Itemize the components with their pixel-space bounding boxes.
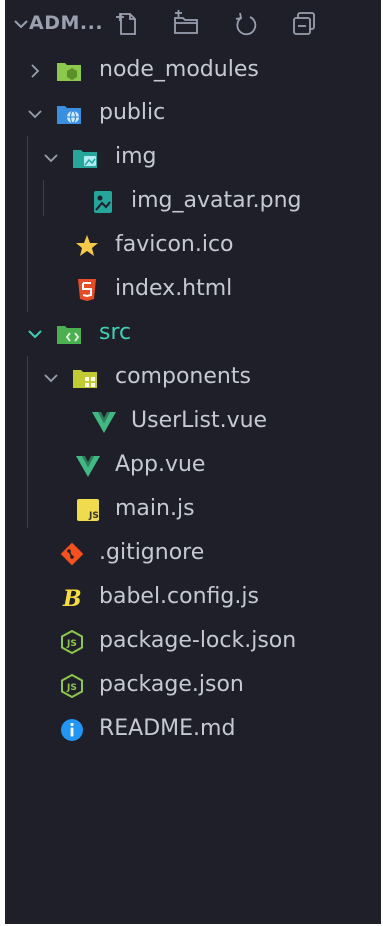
tree-item-label: main.js bbox=[115, 496, 195, 521]
info-icon bbox=[61, 719, 83, 741]
chevron-down-icon[interactable] bbox=[25, 104, 45, 124]
file-explorer: ADM... node_modules public img img_avata… bbox=[5, 0, 381, 924]
star-icon bbox=[76, 235, 98, 256]
public-folder-icon bbox=[57, 106, 81, 124]
source-folder-icon bbox=[57, 326, 81, 344]
tree-item-label: public bbox=[99, 100, 166, 125]
chevron-down-icon[interactable] bbox=[25, 324, 45, 344]
tree-item-babel-config[interactable]: B babel.config.js bbox=[5, 576, 381, 620]
tree-item-label: package.json bbox=[99, 672, 244, 697]
tree-item-userlist-vue[interactable]: UserList.vue bbox=[5, 400, 381, 444]
tree-item-main-js[interactable]: JS main.js bbox=[5, 488, 381, 532]
tree-item-public[interactable]: public bbox=[5, 92, 381, 136]
javascript-icon: JS bbox=[77, 499, 99, 521]
tree-item-img-avatar[interactable]: img_avatar.png bbox=[5, 180, 381, 224]
tree-item-label: node_modules bbox=[99, 57, 259, 82]
tree-item-readme[interactable]: README.md bbox=[5, 708, 381, 752]
tree-item-label: src bbox=[99, 320, 132, 345]
chevron-down-icon[interactable] bbox=[41, 148, 61, 168]
new-folder-icon[interactable] bbox=[171, 9, 201, 39]
chevron-right-icon[interactable] bbox=[25, 61, 45, 81]
components-folder-icon bbox=[73, 370, 97, 388]
tree-item-app-vue[interactable]: App.vue bbox=[5, 444, 381, 488]
svg-text:JS: JS bbox=[66, 683, 77, 693]
node-folder-icon bbox=[57, 63, 81, 81]
nodejs-icon: JS bbox=[61, 630, 83, 654]
svg-text:JS: JS bbox=[66, 639, 77, 649]
svg-text:JS: JS bbox=[88, 511, 99, 521]
new-file-icon[interactable] bbox=[113, 9, 143, 39]
vue-icon bbox=[76, 456, 100, 477]
chevron-down-icon[interactable] bbox=[11, 14, 31, 34]
tree-item-label: App.vue bbox=[115, 452, 206, 477]
tree-item-label: package-lock.json bbox=[99, 628, 297, 653]
git-icon bbox=[60, 542, 84, 566]
tree-item-img[interactable]: img bbox=[5, 136, 381, 180]
tree-item-label: components bbox=[115, 364, 251, 389]
tree-item-node-modules[interactable]: node_modules bbox=[5, 49, 381, 93]
tree-item-src[interactable]: src bbox=[5, 312, 381, 356]
refresh-icon[interactable] bbox=[231, 9, 261, 39]
nodejs-icon: JS bbox=[61, 674, 83, 698]
tree-item-favicon[interactable]: favicon.ico bbox=[5, 224, 381, 268]
tree-item-package-json[interactable]: JS package.json bbox=[5, 664, 381, 708]
tree-item-index-html[interactable]: index.html bbox=[5, 268, 381, 312]
explorer-header: ADM... bbox=[5, 0, 381, 50]
tree-item-package-lock[interactable]: JS package-lock.json bbox=[5, 620, 381, 664]
tree-item-label: babel.config.js bbox=[99, 584, 259, 609]
vue-icon bbox=[92, 412, 116, 433]
tree-item-label: UserList.vue bbox=[131, 408, 268, 433]
chevron-down-icon[interactable] bbox=[41, 368, 61, 388]
tree-item-label: img_avatar.png bbox=[131, 188, 302, 213]
svg-text:B: B bbox=[62, 586, 82, 610]
tree-item-label: img bbox=[115, 144, 157, 169]
tree-item-label: README.md bbox=[99, 716, 236, 741]
tree-item-label: .gitignore bbox=[99, 540, 205, 565]
image-file-icon bbox=[94, 191, 112, 213]
image-folder-icon bbox=[73, 150, 97, 168]
html5-icon bbox=[78, 279, 96, 301]
babel-icon: B bbox=[62, 586, 82, 610]
tree-item-label: index.html bbox=[115, 276, 233, 301]
workspace-title[interactable]: ADM... bbox=[29, 12, 103, 34]
tree-item-gitignore[interactable]: .gitignore bbox=[5, 532, 381, 576]
tree-item-components[interactable]: components bbox=[5, 356, 381, 400]
tree-item-label: favicon.ico bbox=[115, 232, 234, 257]
collapse-all-icon[interactable] bbox=[289, 9, 319, 39]
